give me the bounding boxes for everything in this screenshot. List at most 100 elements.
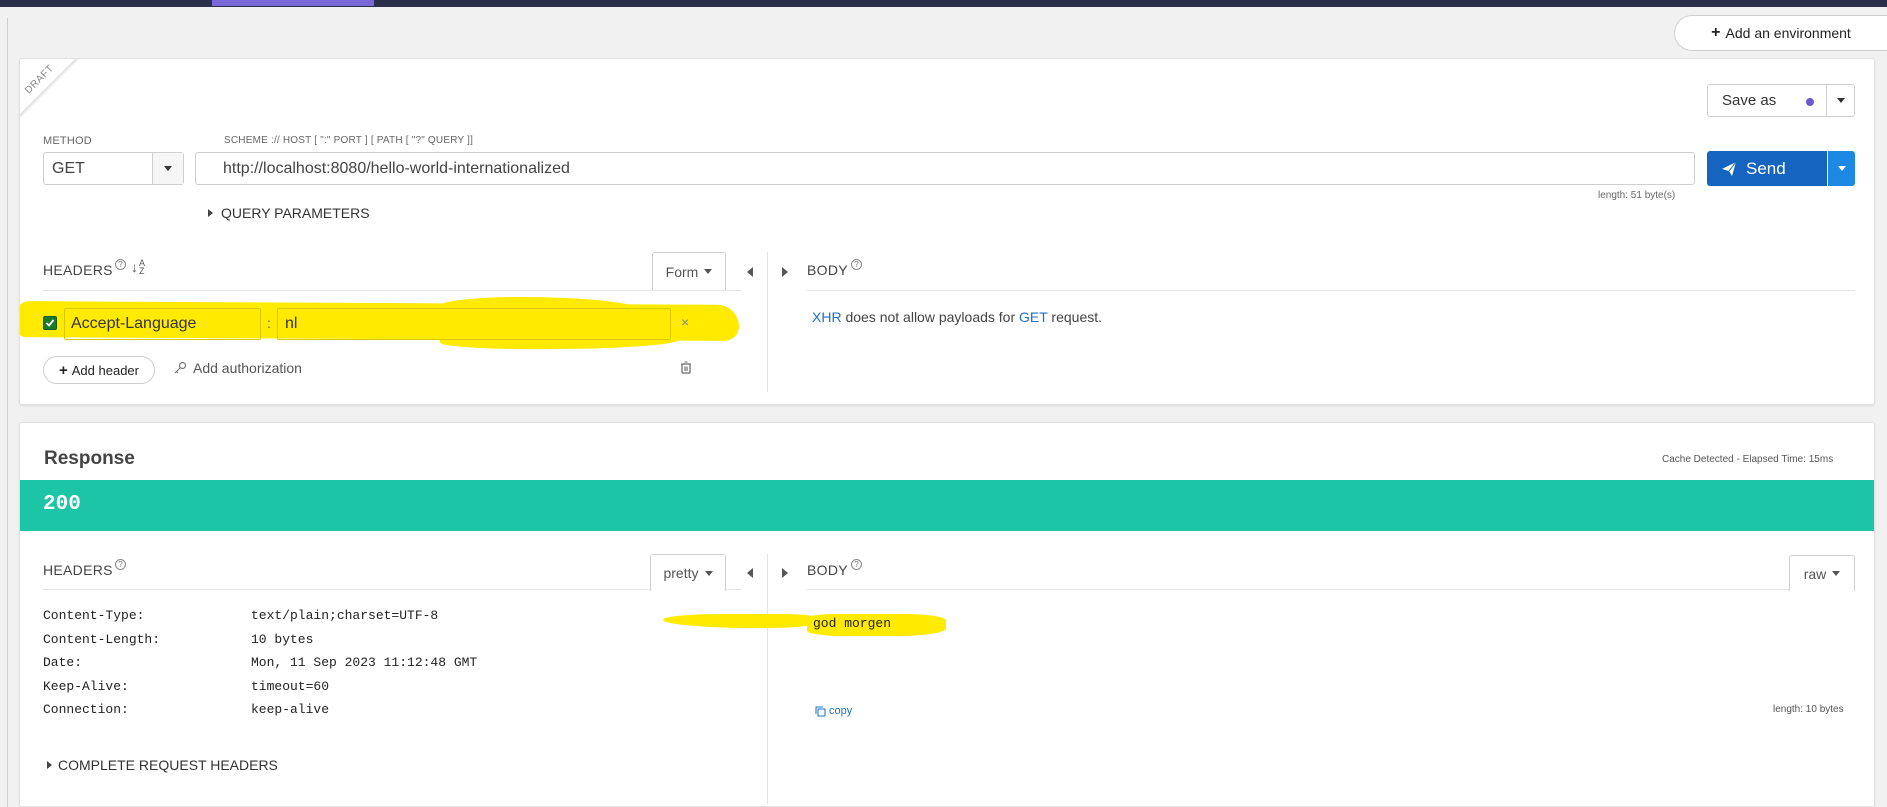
response-headers-header <box>43 558 741 590</box>
headers-mode-select[interactable]: Form <box>652 252 726 290</box>
status-code: 200 <box>43 493 81 516</box>
request-headers-header <box>43 259 741 291</box>
copy-icon <box>815 706 826 716</box>
header-value-value: nl <box>285 315 298 332</box>
method-select[interactable]: GET <box>43 152 184 185</box>
save-as-button[interactable]: Save as <box>1707 84 1827 117</box>
chevron-right-icon <box>782 568 788 578</box>
key-icon <box>174 361 187 374</box>
response-meta: Cache Detected - Elapsed Time: 15ms <box>1662 454 1834 465</box>
chevron-down-icon <box>1832 571 1841 576</box>
response-body-mode-value: raw <box>1803 565 1827 582</box>
add-environment-label: Add an environment <box>1725 25 1851 41</box>
response-body-mode-select[interactable]: raw <box>1789 555 1855 591</box>
panel-divider <box>767 252 768 392</box>
collapse-left-toggle[interactable] <box>747 565 753 583</box>
chevron-right-icon <box>47 761 52 769</box>
chevron-right-icon <box>782 267 788 277</box>
active-tab-indicator <box>212 0 374 6</box>
trash-icon[interactable] <box>680 361 692 379</box>
plus-icon: + <box>1711 24 1721 41</box>
save-as-dropdown[interactable] <box>1826 84 1855 117</box>
response-header-row: Keep-Alive: timeout=60 <box>43 679 477 703</box>
chevron-down-icon <box>704 570 713 576</box>
expand-right-toggle[interactable] <box>782 264 788 282</box>
response-headers-mode-select[interactable]: pretty <box>650 554 726 591</box>
chevron-right-icon <box>208 209 213 217</box>
chevron-left-icon <box>747 267 753 277</box>
xhr-link[interactable]: XHR <box>812 309 842 325</box>
help-icon[interactable]: ? <box>851 259 862 270</box>
request-body-title: BODY <box>807 262 848 278</box>
query-parameters-label: QUERY PARAMETERS <box>221 205 370 221</box>
header-separator: : <box>267 315 271 331</box>
left-drawer-edge[interactable] <box>0 18 8 807</box>
request-panel: DRAFT Save as METHOD SCHEME :// HOST [ "… <box>19 58 1875 405</box>
get-link[interactable]: GET <box>1019 309 1048 325</box>
complete-request-headers-label: COMPLETE REQUEST HEADERS <box>58 757 278 773</box>
plus-icon: + <box>59 361 68 379</box>
save-as-label: Save as <box>1722 92 1777 109</box>
chevron-down-icon <box>164 166 172 171</box>
response-title: Response <box>44 448 135 469</box>
response-header-row: Connection: keep-alive <box>43 702 477 726</box>
method-value: GET <box>52 159 85 177</box>
header-enabled-checkbox[interactable] <box>43 316 57 330</box>
header-key-input[interactable]: Accept-Language <box>64 308 261 340</box>
request-body-note: XHR does not allow payloads for GET requ… <box>812 309 1102 325</box>
chevron-down-icon <box>1836 98 1845 103</box>
url-label: SCHEME :// HOST [ ":" PORT ] [ PATH [ "?… <box>224 135 474 146</box>
remove-header-icon[interactable]: × <box>681 314 689 330</box>
send-dropdown[interactable] <box>1828 151 1855 186</box>
url-input[interactable]: http://localhost:8080/hello-world-intern… <box>195 152 1695 185</box>
url-length: length: 51 byte(s) <box>1598 190 1676 201</box>
draft-label: DRAFT <box>23 63 57 97</box>
complete-request-headers-toggle[interactable]: COMPLETE REQUEST HEADERS <box>47 757 278 773</box>
sort-alpha-icon[interactable]: ↓ A Z <box>131 259 145 276</box>
header-value-input[interactable]: nl <box>277 308 671 340</box>
request-body-header <box>807 259 1855 291</box>
url-value: http://localhost:8080/hello-world-intern… <box>223 160 570 177</box>
response-header-key: Date: <box>43 655 83 670</box>
copy-label: copy <box>829 705 853 717</box>
response-header-value: Mon, 11 Sep 2023 11:12:48 GMT <box>251 655 478 670</box>
panel-divider <box>767 554 768 804</box>
response-headers-mode-value: pretty <box>663 565 699 581</box>
highlight-annotation <box>663 614 813 628</box>
request-headers-title: HEADERS <box>43 262 113 278</box>
query-parameters-toggle[interactable]: QUERY PARAMETERS <box>208 205 370 221</box>
help-icon[interactable]: ? <box>115 559 126 570</box>
method-dropdown-toggle[interactable] <box>152 153 183 184</box>
unsaved-dot-icon <box>1806 98 1814 106</box>
add-header-button[interactable]: + Add header <box>43 356 155 384</box>
response-header-value: timeout=60 <box>251 678 330 694</box>
response-header-row: Content-Type: text/plain;charset=UTF-8 <box>43 608 477 632</box>
collapse-left-toggle[interactable] <box>747 264 753 282</box>
chevron-down-icon <box>1837 166 1846 171</box>
add-authorization-link[interactable]: Add authorization <box>173 360 302 376</box>
response-header-row: Content-Length: 10 bytes <box>43 632 477 656</box>
method-label: METHOD <box>43 135 92 147</box>
chevron-down-icon <box>704 269 713 274</box>
expand-right-toggle[interactable] <box>782 565 788 583</box>
body-note-end: request. <box>1047 309 1103 325</box>
response-headers-list: Content-Type: text/plain;charset=UTF-8 Co… <box>43 608 477 726</box>
send-button[interactable]: Send <box>1707 151 1827 186</box>
headers-mode-value: Form <box>665 263 699 280</box>
chevron-left-icon <box>747 568 753 578</box>
response-header-value: 10 bytes <box>251 631 314 647</box>
response-body-length: length: 10 bytes <box>1773 704 1844 715</box>
response-body-title: BODY <box>807 562 848 578</box>
response-header-value: text/plain;charset=UTF-8 <box>251 608 439 623</box>
copy-button[interactable]: copy <box>815 705 852 717</box>
response-header-key: Content-Length: <box>43 631 161 647</box>
response-header-key: Content-Type: <box>43 608 145 623</box>
help-icon[interactable]: ? <box>851 559 862 570</box>
help-icon[interactable]: ? <box>115 259 126 270</box>
body-note-text: does not allow payloads for <box>841 309 1020 325</box>
add-environment-button[interactable]: + Add an environment <box>1674 15 1887 51</box>
check-icon <box>45 319 55 327</box>
send-label: Send <box>1746 158 1786 178</box>
response-header-key: Keep-Alive: <box>43 678 129 694</box>
header-key-value: Accept-Language <box>71 315 197 332</box>
